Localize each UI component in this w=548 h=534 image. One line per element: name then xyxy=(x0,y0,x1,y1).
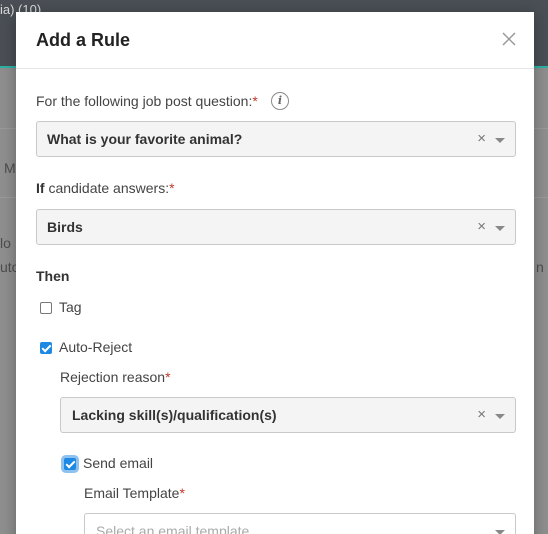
rejection-reason-clear-icon[interactable]: × xyxy=(477,406,486,423)
rejection-reason-chevron-down-icon[interactable] xyxy=(495,414,505,419)
auto-reject-checkbox[interactable] xyxy=(40,342,52,354)
rejection-reason-value: Lacking skill(s)/qualification(s) xyxy=(72,407,277,423)
answer-label: If candidate answers:* xyxy=(36,180,175,196)
email-template-chevron-down-icon[interactable] xyxy=(495,530,505,534)
rejection-reason-label: Rejection reason* xyxy=(60,369,171,385)
question-clear-icon[interactable]: × xyxy=(477,130,486,147)
question-select-value: What is your favorite animal? xyxy=(47,131,243,147)
send-email-checkbox[interactable] xyxy=(64,458,76,470)
background-fragment-lo: lo xyxy=(0,235,11,251)
then-heading: Then xyxy=(36,268,70,284)
answer-select[interactable]: Birds × xyxy=(36,209,516,245)
modal-header: Add a Rule xyxy=(16,12,534,69)
rejection-reason-select[interactable]: Lacking skill(s)/qualification(s) × xyxy=(60,397,516,433)
tag-checkbox[interactable] xyxy=(40,302,52,314)
question-select[interactable]: What is your favorite animal? × xyxy=(36,121,516,157)
background-fragment-n: n xyxy=(536,259,544,275)
answer-chevron-down-icon[interactable] xyxy=(495,226,505,231)
answer-select-value: Birds xyxy=(47,219,83,235)
tag-label: Tag xyxy=(59,299,82,315)
email-template-label: Email Template* xyxy=(84,485,185,501)
add-rule-modal: Add a Rule For the following job post qu… xyxy=(16,12,534,534)
email-template-placeholder: Select an email template xyxy=(96,523,250,534)
background-fragment-m: M xyxy=(4,160,16,176)
answer-clear-icon[interactable]: × xyxy=(477,218,486,235)
auto-reject-label: Auto-Reject xyxy=(59,339,133,355)
close-icon[interactable] xyxy=(500,30,518,48)
question-chevron-down-icon[interactable] xyxy=(495,138,505,143)
send-email-label: Send email xyxy=(83,455,154,471)
modal-title: Add a Rule xyxy=(36,30,131,50)
question-label: For the following job post question:* xyxy=(36,93,258,109)
email-template-select[interactable]: Select an email template xyxy=(84,513,516,534)
info-icon[interactable]: i xyxy=(271,92,289,110)
